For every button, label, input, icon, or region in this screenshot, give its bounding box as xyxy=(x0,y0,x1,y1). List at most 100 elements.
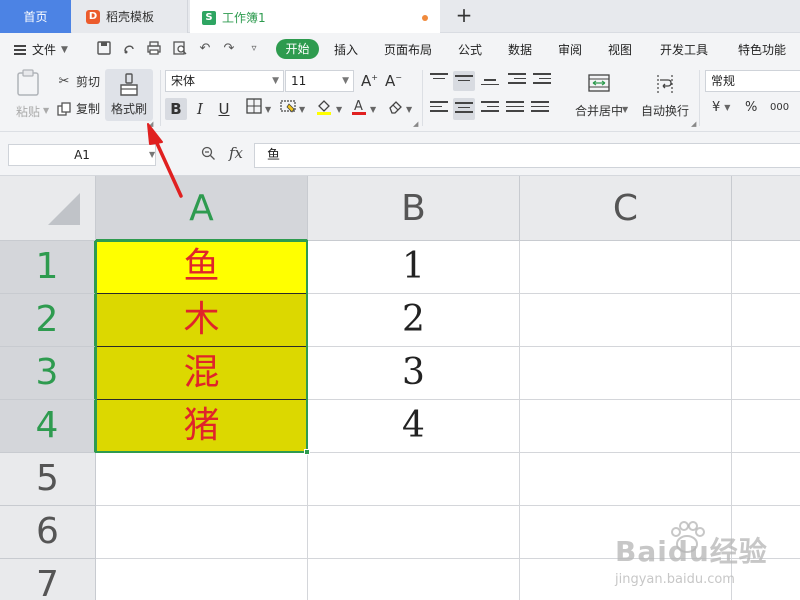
formula-input[interactable]: 鱼 xyxy=(254,143,800,168)
cell-d4[interactable] xyxy=(732,400,800,453)
column-header-d[interactable] xyxy=(732,176,800,241)
cell-a5[interactable] xyxy=(96,453,308,506)
column-header-b[interactable]: B xyxy=(308,176,520,241)
align-top-icon[interactable] xyxy=(430,73,448,89)
file-menu[interactable]: 文件 ▼ xyxy=(14,41,68,58)
clear-dropdown-icon[interactable]: ▼ xyxy=(406,105,412,114)
cell-d7[interactable] xyxy=(732,559,800,600)
cell-c2[interactable] xyxy=(520,294,732,347)
currency-button[interactable]: ¥ ▼ xyxy=(712,100,730,115)
copy-button[interactable]: 复制 xyxy=(56,100,100,117)
redo-icon[interactable]: ↷ xyxy=(221,41,237,57)
column-header-c[interactable]: C xyxy=(520,176,732,241)
cell-a1[interactable]: 鱼 xyxy=(96,241,308,294)
cell-b7[interactable] xyxy=(308,559,520,600)
thousands-separator-button[interactable]: 000 xyxy=(770,102,789,113)
wrap-text-button[interactable]: 自动换行 xyxy=(639,73,691,119)
align-middle-icon[interactable] xyxy=(453,71,475,91)
cell-style-button[interactable] xyxy=(277,98,299,120)
cell-d6[interactable] xyxy=(732,506,800,559)
tab-home[interactable]: 首页 xyxy=(0,0,71,33)
font-color-button[interactable]: A xyxy=(348,98,370,120)
cell-d5[interactable] xyxy=(732,453,800,506)
cell-a3[interactable]: 混 xyxy=(96,347,308,400)
row-header-2[interactable]: 2 xyxy=(0,294,96,347)
borders-button[interactable] xyxy=(243,98,265,120)
zoom-icon[interactable] xyxy=(201,146,216,165)
row-header-1[interactable]: 1 xyxy=(0,241,96,294)
align-bottom-icon[interactable] xyxy=(481,79,499,95)
cell-a4[interactable]: 猪 xyxy=(96,400,308,453)
name-box[interactable]: A1 xyxy=(8,144,156,166)
cell-b4[interactable]: 4 xyxy=(308,400,520,453)
menu-data[interactable]: 数据 xyxy=(508,41,532,58)
launcher-corner-icon[interactable]: ◢ xyxy=(691,120,696,128)
decrease-indent-icon[interactable] xyxy=(508,73,526,89)
clear-button[interactable] xyxy=(384,98,406,120)
cell-a7[interactable] xyxy=(96,559,308,600)
increase-font-size-button[interactable]: A+ xyxy=(361,72,378,90)
cell-b3[interactable]: 3 xyxy=(308,347,520,400)
justify-icon[interactable] xyxy=(506,101,524,117)
cell-c3[interactable] xyxy=(520,347,732,400)
font-color-dropdown-icon[interactable]: ▼ xyxy=(370,105,376,114)
menu-formulas[interactable]: 公式 xyxy=(458,41,482,58)
cell-style-dropdown-icon[interactable]: ▼ xyxy=(299,105,305,114)
menu-start-tab[interactable]: 开始 xyxy=(276,39,319,59)
undo-icon[interactable]: ↶ xyxy=(197,41,213,57)
cell-a2[interactable]: 木 xyxy=(96,294,308,347)
menu-page-layout[interactable]: 页面布局 xyxy=(384,41,432,58)
cell-d2[interactable] xyxy=(732,294,800,347)
percent-button[interactable]: % xyxy=(745,100,757,115)
print-icon[interactable] xyxy=(146,41,162,57)
cell-c1[interactable] xyxy=(520,241,732,294)
fill-color-button[interactable] xyxy=(313,98,335,120)
tab-docer-templates[interactable]: D 稻壳模板 xyxy=(72,0,188,33)
row-header-6[interactable]: 6 xyxy=(0,506,96,559)
paste-button[interactable]: 粘贴 xyxy=(10,69,46,120)
paste-dropdown-icon[interactable]: ▼ xyxy=(43,106,49,115)
decrease-font-size-button[interactable]: A− xyxy=(385,72,402,90)
redo-history-icon[interactable] xyxy=(121,41,137,57)
cell-b6[interactable] xyxy=(308,506,520,559)
underline-button[interactable]: U xyxy=(213,98,235,120)
column-header-a[interactable]: A xyxy=(96,176,308,241)
align-right-icon[interactable] xyxy=(481,101,499,117)
cell-c5[interactable] xyxy=(520,453,732,506)
cell-a6[interactable] xyxy=(96,506,308,559)
save-icon[interactable] xyxy=(96,41,112,57)
tab-workbook[interactable]: S 工作簿1 xyxy=(190,0,440,33)
menu-developer-tools[interactable]: 开发工具 xyxy=(660,41,708,58)
cell-d1[interactable] xyxy=(732,241,800,294)
cut-button[interactable]: ✂ 剪切 xyxy=(56,73,100,90)
name-box-dropdown-icon[interactable]: ▼ xyxy=(149,150,155,159)
number-format-select[interactable]: 常规 xyxy=(705,70,800,92)
cell-b2[interactable]: 2 xyxy=(308,294,520,347)
customize-toolbar-icon[interactable]: ▿ xyxy=(246,41,262,57)
cell-c6[interactable] xyxy=(520,506,732,559)
cell-c4[interactable] xyxy=(520,400,732,453)
bold-button[interactable]: B xyxy=(165,98,187,120)
italic-button[interactable]: I xyxy=(189,98,211,120)
print-preview-icon[interactable] xyxy=(172,41,188,57)
align-center-icon[interactable] xyxy=(453,98,475,120)
select-all-button[interactable] xyxy=(0,176,96,241)
menu-insert[interactable]: 插入 xyxy=(334,41,358,58)
new-tab-button[interactable]: + xyxy=(452,4,476,28)
cell-d3[interactable] xyxy=(732,347,800,400)
increase-indent-icon[interactable] xyxy=(533,73,551,89)
borders-dropdown-icon[interactable]: ▼ xyxy=(265,105,271,114)
launcher-corner-icon[interactable]: ◢ xyxy=(413,120,418,128)
menu-special-features[interactable]: 特色功能 xyxy=(738,41,786,58)
merge-dropdown-icon[interactable]: ▼ xyxy=(622,105,628,114)
cell-b1[interactable]: 1 xyxy=(308,241,520,294)
row-header-5[interactable]: 5 xyxy=(0,453,96,506)
launcher-corner-icon[interactable]: ◢ xyxy=(148,120,153,128)
row-header-3[interactable]: 3 xyxy=(0,347,96,400)
fill-handle[interactable] xyxy=(304,449,310,455)
font-size-select[interactable]: 11 ▼ xyxy=(285,70,354,92)
cell-c7[interactable] xyxy=(520,559,732,600)
menu-view[interactable]: 视图 xyxy=(608,41,632,58)
insert-function-icon[interactable]: fx xyxy=(229,144,243,162)
distributed-align-icon[interactable] xyxy=(531,101,549,117)
